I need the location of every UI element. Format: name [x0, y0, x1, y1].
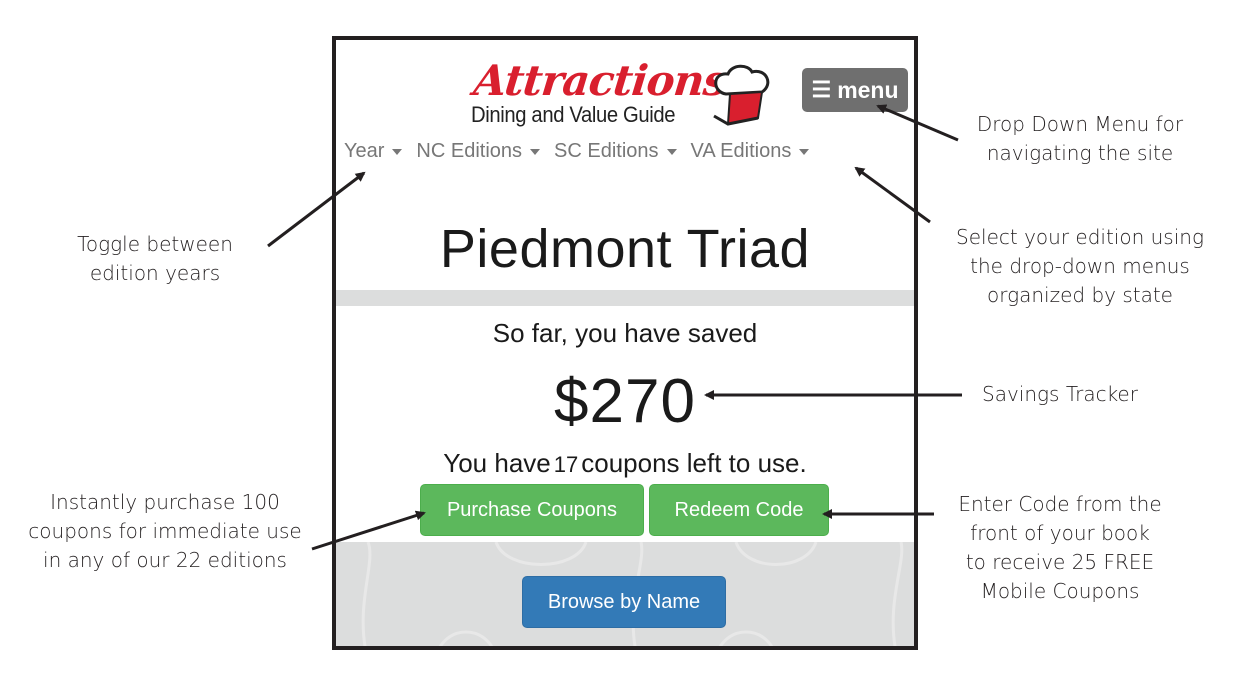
nav-label: NC Editions	[416, 140, 523, 162]
edition-nav: Year NC Editions SC Editions VA Editions	[344, 140, 810, 163]
savings-amount: $270	[554, 367, 696, 436]
menu-button[interactable]: ☰ menu	[802, 68, 908, 112]
annotation-line: organized by state	[986, 283, 1173, 307]
annotation-line: Savings Tracker	[982, 382, 1138, 406]
annotation-year: Toggle between edition years	[50, 230, 260, 288]
coupons-remaining: You have 17 coupons left to use.	[336, 448, 914, 479]
annotation-line: front of your book	[970, 521, 1150, 545]
coupons-suffix: coupons left to use.	[581, 448, 807, 478]
nav-label: Year	[344, 140, 385, 162]
annotation-line: edition years	[89, 261, 221, 285]
nav-va-editions-dropdown[interactable]: VA Editions	[691, 140, 810, 163]
annotation-line: Select your edition using	[956, 225, 1204, 249]
hamburger-icon: ☰	[811, 77, 832, 102]
coupons-count: 17	[553, 452, 579, 477]
background-band	[336, 290, 914, 306]
annotation-purchase: Instantly purchase 100 coupons for immed…	[10, 488, 320, 575]
annotation-line: Drop Down Menu for	[976, 112, 1184, 136]
chef-hat-icon	[713, 64, 770, 126]
savings-label: So far, you have saved	[492, 318, 758, 348]
nav-year-dropdown[interactable]: Year	[344, 140, 403, 163]
annotation-line: in any of our 22 editions	[43, 548, 287, 572]
nav-sc-editions-dropdown[interactable]: SC Editions	[554, 140, 677, 163]
annotation-menu: Drop Down Menu for navigating the site	[950, 110, 1210, 168]
menu-label: menu	[837, 76, 899, 103]
caret-down-icon	[799, 148, 810, 155]
annotation-line: Enter Code from the	[958, 492, 1162, 516]
annotation-line: Instantly purchase 100	[50, 490, 280, 514]
phone-screen: Attractions Dining and Value Guide ☰ men…	[332, 36, 918, 650]
logo-subtitle: Dining and Value Guide	[471, 102, 676, 127]
annotation-line: Mobile Coupons	[980, 579, 1140, 603]
nav-label: VA Editions	[690, 140, 792, 162]
annotation-editions: Select your edition using the drop-down …	[935, 223, 1225, 310]
edition-title: Piedmont Triad	[439, 219, 811, 279]
annotation-line: the drop-down menus	[970, 254, 1190, 278]
caret-down-icon	[392, 148, 403, 155]
annotation-line: navigating the site	[986, 141, 1174, 165]
browse-by-name-button[interactable]: Browse by Name	[522, 576, 726, 628]
nav-label: SC Editions	[554, 140, 659, 162]
logo-title: Attractions	[471, 56, 729, 105]
nav-nc-editions-dropdown[interactable]: NC Editions	[416, 140, 541, 163]
annotation-savings: Savings Tracker	[960, 380, 1160, 409]
annotation-line: to receive 25 FREE	[965, 550, 1155, 574]
annotation-line: coupons for immediate use	[28, 519, 302, 543]
logo[interactable]: Attractions Dining and Value Guide	[468, 56, 770, 132]
purchase-coupons-button[interactable]: Purchase Coupons	[420, 484, 644, 536]
annotation-redeem: Enter Code from the front of your book t…	[935, 490, 1185, 606]
coupons-prefix: You have	[443, 448, 551, 478]
caret-down-icon	[666, 148, 677, 155]
redeem-code-button[interactable]: Redeem Code	[649, 484, 829, 536]
caret-down-icon	[530, 148, 541, 155]
annotation-line: Toggle between	[77, 232, 233, 256]
